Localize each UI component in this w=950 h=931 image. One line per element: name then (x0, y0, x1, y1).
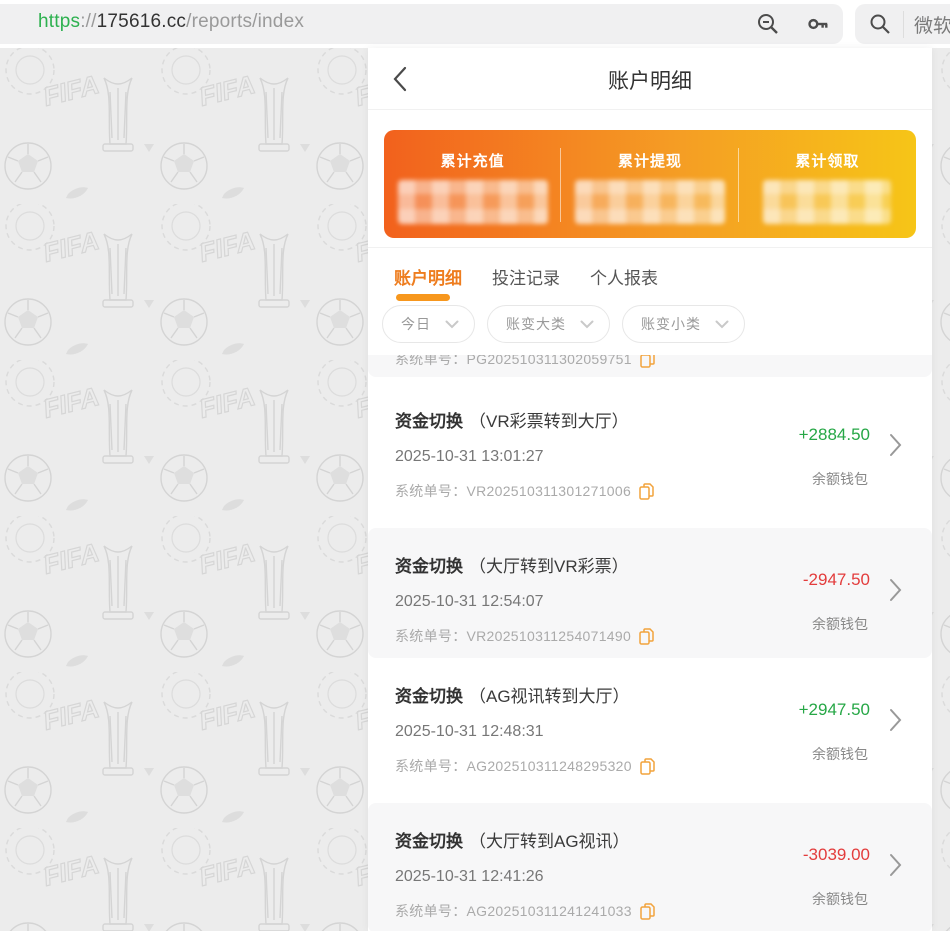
search-icon (869, 13, 891, 35)
filter-minor-category[interactable]: 账变小类 (622, 305, 745, 343)
panel-header: 账户明细 (368, 48, 932, 110)
transaction-amount: +2884.50 (799, 425, 870, 445)
copy-icon[interactable] (640, 758, 655, 775)
chevron-right-icon[interactable] (889, 853, 902, 882)
transaction-row[interactable]: 资金切换（VR彩票转到大厅） 2025-10-31 13:01:27 系统单号：… (368, 383, 932, 523)
chevron-right-icon[interactable] (889, 433, 902, 462)
url-host: 175616.cc (97, 11, 186, 32)
tab-bet-records[interactable]: 投注记录 (492, 264, 560, 303)
wallet-label: 余额钱包 (812, 744, 868, 764)
copy-icon[interactable] (640, 355, 655, 368)
url-separator: :// (80, 11, 96, 32)
url-path: /reports/index (186, 11, 304, 32)
summary-col-deposit: 累计充值 (384, 130, 561, 238)
chevron-right-icon[interactable] (889, 708, 902, 737)
summary-label: 累计提现 (618, 150, 682, 171)
filters: 今日 账变大类 账变小类 (368, 303, 932, 355)
search-text: 微软谷 (903, 11, 950, 38)
browser-bar: https://175616.cc/reports/index 微软谷 (0, 0, 950, 48)
transaction-amount: +2947.50 (799, 700, 870, 720)
transaction-time: 2025-10-31 12:54:07 (395, 593, 932, 611)
summary-col-withdraw: 累计提现 (561, 130, 738, 238)
summary-label: 累计充值 (441, 150, 505, 171)
transaction-time: 2025-10-31 12:48:31 (395, 723, 932, 741)
filter-date[interactable]: 今日 (382, 305, 475, 343)
tab-personal-report[interactable]: 个人报表 (590, 264, 658, 303)
order-number: 系统单号：AG202510311248295320 (395, 756, 632, 776)
browser-search-box[interactable]: 微软谷 (855, 4, 950, 44)
chevron-down-icon (715, 320, 729, 329)
page-content: FIFA (0, 48, 950, 931)
transaction-row[interactable]: 资金切换（大厅转到VR彩票） 2025-10-31 12:54:07 系统单号：… (368, 528, 932, 658)
transaction-list: 系统单号：PG202510311302059751 资金切换（VR彩票转到大厅）… (368, 355, 932, 931)
wallet-label: 余额钱包 (812, 469, 868, 489)
copy-icon[interactable] (639, 628, 654, 645)
chevron-down-icon (445, 320, 459, 329)
transaction-row[interactable]: 资金切换（大厅转到AG视讯） 2025-10-31 12:41:26 系统单号：… (368, 803, 932, 931)
chevron-right-icon[interactable] (889, 578, 902, 607)
zoom-out-icon[interactable] (756, 12, 780, 36)
wallet-label: 余额钱包 (812, 889, 868, 909)
order-number: 系统单号：VR202510311301271006 (395, 481, 631, 501)
blurred-value (763, 180, 891, 224)
tab-account-detail[interactable]: 账户明细 (394, 264, 462, 303)
summary-label: 累计领取 (795, 150, 859, 171)
order-number: 系统单号：AG202510311241241033 (395, 901, 632, 921)
transaction-amount: -3039.00 (803, 845, 870, 865)
transaction-row-partial[interactable]: 系统单号：PG202510311302059751 (368, 355, 932, 377)
account-detail-panel: 账户明细 累计充值 累计提现 累计领取 (368, 48, 932, 931)
transaction-time: 2025-10-31 12:41:26 (395, 868, 932, 886)
summary-card: 累计充值 累计提现 累计领取 (384, 130, 916, 238)
transaction-amount: -2947.50 (803, 570, 870, 590)
transaction-row[interactable]: 资金切换（AG视讯转到大厅） 2025-10-31 12:48:31 系统单号：… (368, 658, 932, 798)
blurred-value (398, 180, 548, 224)
order-number: 系统单号：VR202510311254071490 (395, 626, 631, 646)
transaction-time: 2025-10-31 13:01:27 (395, 448, 932, 466)
summary-section: 累计充值 累计提现 累计领取 (368, 110, 932, 248)
tabs: 账户明细 投注记录 个人报表 (368, 248, 932, 303)
active-tab-underline (396, 294, 450, 301)
order-number: 系统单号：PG202510311302059751 (395, 355, 632, 369)
copy-icon[interactable] (640, 903, 655, 920)
wallet-label: 余额钱包 (812, 614, 868, 634)
blurred-value (575, 180, 725, 224)
url-scheme: https (38, 11, 80, 32)
chevron-down-icon (580, 320, 594, 329)
page-title: 账户明细 (368, 65, 932, 95)
key-icon[interactable] (806, 12, 830, 36)
filter-major-category[interactable]: 账变大类 (487, 305, 610, 343)
summary-col-claim: 累计领取 (739, 130, 916, 238)
url-text[interactable]: https://175616.cc/reports/index (38, 11, 304, 33)
copy-icon[interactable] (639, 483, 654, 500)
